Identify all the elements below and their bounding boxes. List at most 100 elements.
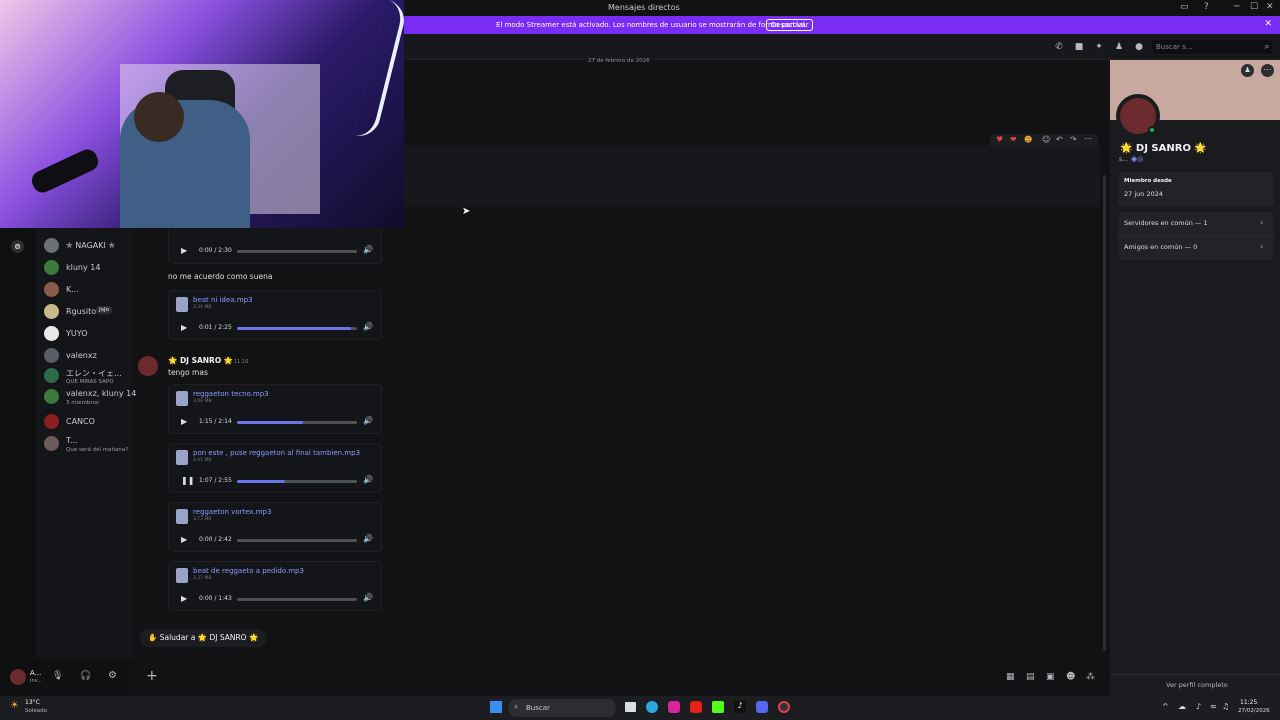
gif-icon[interactable]: ▤ (1026, 672, 1035, 682)
inbox-icon[interactable]: ▭ (1180, 2, 1189, 12)
server-list: ⊚ (0, 228, 36, 658)
wave-button[interactable]: ✋ Saludar a 🌟 DJ SANRO 🌟 (140, 629, 267, 647)
webcam-overlay (0, 0, 404, 228)
add-friend-icon[interactable]: ♟ (1241, 64, 1254, 77)
member-since-card: Miembro desde 27 jun 2024 (1118, 172, 1274, 206)
user-profile-icon[interactable]: ● (1134, 42, 1144, 52)
microphone-icon[interactable]: 🎙 (52, 671, 63, 681)
kick-icon[interactable] (712, 701, 724, 713)
settings-gear-icon[interactable]: ⚙ (108, 670, 117, 681)
volume-icon[interactable]: 🔊 (363, 416, 373, 425)
play-icon[interactable]: ▶ (181, 246, 187, 255)
emoji-icon[interactable]: ☻ (1066, 672, 1075, 682)
add-reaction-icon[interactable]: ☺ (1042, 135, 1050, 144)
discord-icon[interactable] (756, 701, 768, 713)
more-options-icon[interactable]: ⋯ (1084, 134, 1092, 143)
start-windows-icon[interactable] (490, 701, 502, 713)
help-icon[interactable]: ? (1204, 2, 1209, 12)
volume-icon[interactable]: 🔊 (363, 322, 373, 331)
mic-tray-icon[interactable]: ♪ (1196, 702, 1201, 711)
volume-icon[interactable]: 🔊 (363, 593, 373, 602)
more-options-icon[interactable]: ⋯ (1261, 64, 1274, 77)
file-name-link[interactable]: reggaeton vortex.mp3 (193, 508, 272, 516)
user-avatar[interactable] (10, 669, 26, 685)
audio-progress-track[interactable] (237, 327, 357, 330)
pause-icon[interactable]: ❚❚ (181, 476, 194, 485)
edge-icon[interactable] (646, 701, 658, 713)
volume-tray-icon[interactable]: ♫ (1222, 702, 1229, 711)
member-since-label: Miembro desde (1124, 178, 1172, 184)
video-call-icon[interactable]: ■ (1074, 42, 1084, 52)
audio-progress-track[interactable] (237, 539, 357, 542)
audio-progress-fill (237, 480, 285, 483)
file-explorer-icon[interactable] (625, 702, 636, 712)
disable-streamer-button[interactable]: Desactivar (766, 19, 814, 31)
audio-attachment: reggaeton vortex.mp3 3,73 MB ▶ 0:00 / 2:42 🔊 (168, 502, 382, 552)
add-attachment-icon[interactable]: + (146, 668, 158, 684)
audio-progress-track[interactable] (237, 480, 357, 483)
message-text: tengo mas (168, 368, 208, 377)
headphones-icon[interactable]: 🎧 (80, 671, 91, 681)
sticker-icon[interactable]: ▣ (1046, 672, 1055, 682)
taskbar-search[interactable]: ⌕ Buscar (508, 699, 616, 717)
pin-icon[interactable]: ✦ (1094, 42, 1104, 52)
online-status-icon (1148, 126, 1156, 134)
reply-icon[interactable]: ↶ (1056, 135, 1063, 144)
wifi-icon[interactable]: ≈ (1210, 702, 1217, 711)
clock-time[interactable]: 11:25 (1240, 699, 1257, 706)
maximize-button[interactable]: ☐ (1250, 2, 1258, 12)
cloud-icon[interactable]: ☁ (1178, 702, 1186, 711)
tiktok-icon[interactable]: ♪ (734, 701, 746, 713)
minimize-button[interactable]: ─ (1234, 2, 1239, 12)
apps-icon[interactable]: ⁂ (1086, 672, 1095, 682)
message-author[interactable]: 🌟 DJ SANRO 🌟 (168, 356, 233, 365)
chevron-right-icon: › (1260, 242, 1264, 251)
add-friends-icon[interactable]: ♟ (1114, 42, 1124, 52)
file-name-link[interactable]: pon este , puse reggaeton al final tambi… (193, 449, 360, 457)
mutual-servers[interactable]: Servidores en común — 1 (1124, 219, 1208, 227)
volume-icon[interactable]: 🔊 (363, 245, 373, 254)
forward-icon[interactable]: ↷ (1070, 135, 1077, 144)
avatar[interactable] (138, 356, 158, 376)
close-banner-icon[interactable]: ✕ (1264, 19, 1272, 29)
view-full-profile-link[interactable]: Ver perfil completo (1166, 681, 1228, 689)
play-icon[interactable]: ▶ (181, 594, 187, 603)
message-input-bar[interactable]: + ▦ ▤ ▣ ☻ ⁂ (132, 660, 1110, 696)
play-icon[interactable]: ▶ (181, 535, 187, 544)
mutual-friends[interactable]: Amigos en común — 0 (1124, 243, 1197, 251)
weather-temp[interactable]: 13°C (25, 699, 40, 706)
audio-progress-track[interactable] (237, 421, 357, 424)
taskbar: ☀ 13°C Soleado ⌕ Buscar ♪ ^ ☁ ♪ ≈ ♫ 11:2… (0, 696, 1280, 720)
app-icon[interactable] (778, 701, 790, 713)
search-input[interactable]: Buscar s... (1152, 40, 1272, 54)
file-name-link[interactable]: beat ni idea.mp3 (193, 296, 253, 304)
call-icon[interactable]: ✆ (1054, 42, 1064, 52)
instagram-icon[interactable] (668, 701, 680, 713)
weather-desc: Soleado (25, 708, 47, 714)
file-name-link[interactable]: beat de reggaeto a pedido.mp3 (193, 567, 304, 575)
close-window-button[interactable]: ✕ (1266, 2, 1274, 12)
dm-name: YUYO (66, 329, 88, 338)
file-name-link[interactable]: reggaeton tecno.mp3 (193, 390, 269, 398)
dm-name: CANCO (66, 417, 95, 426)
volume-icon[interactable]: 🔊 (363, 475, 373, 484)
chat-scrollbar[interactable] (1103, 175, 1106, 651)
avatar (44, 348, 59, 363)
red-heart-reaction-icon[interactable]: ❤ (1010, 135, 1017, 144)
dm-subtitle: Que será del mañana? (66, 447, 129, 453)
youtube-icon[interactable] (690, 701, 702, 713)
play-icon[interactable]: ▶ (181, 417, 187, 426)
emoji-reaction-icon[interactable]: ☻ (1024, 135, 1032, 144)
tray-chevron-icon[interactable]: ^ (1162, 702, 1169, 711)
play-icon[interactable]: ▶ (181, 323, 187, 332)
audio-progress-track[interactable] (237, 598, 357, 601)
message-actions-bar: ♥ ❤ ☻ ☺ ↶ ↷ ⋯ (990, 134, 1098, 148)
file-icon (176, 297, 188, 312)
message-text: no me acuerdo como suena (168, 272, 273, 281)
discover-icon[interactable]: ⊚ (11, 240, 24, 253)
gift-icon[interactable]: ▦ (1006, 672, 1015, 682)
user-name[interactable]: A... (30, 669, 41, 677)
audio-progress-track[interactable] (237, 250, 357, 253)
heart-reaction-icon[interactable]: ♥ (996, 135, 1003, 144)
volume-icon[interactable]: 🔊 (363, 534, 373, 543)
